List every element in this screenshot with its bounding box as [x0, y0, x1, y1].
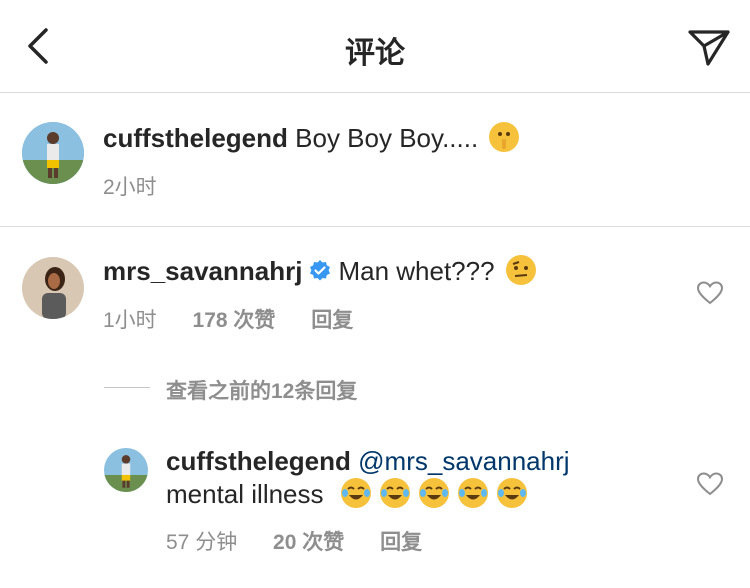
view-previous-replies-button[interactable]: 查看之前的12条回复 — [166, 375, 357, 405]
reply-reply-button[interactable]: 回复 — [380, 531, 422, 554]
face-with-tears-of-joy-emoji-icon — [379, 478, 410, 508]
comment-like-heart-icon[interactable] — [697, 281, 723, 305]
comment-likes[interactable]: 178 次赞 — [193, 309, 276, 332]
caption-avatar[interactable] — [22, 122, 84, 184]
replies-divider-line — [104, 387, 150, 388]
face-with-tears-of-joy-emoji-icon — [457, 478, 488, 508]
shushing-face-emoji-icon — [489, 122, 520, 152]
raised-eyebrow-face-emoji-icon — [505, 255, 536, 285]
reply-username[interactable]: cuffsthelegend — [166, 446, 351, 476]
face-with-tears-of-joy-emoji-icon — [340, 478, 371, 508]
caption-text: cuffsthelegend Boy Boy Boy..... — [103, 122, 520, 154]
reply-emoji-group — [331, 478, 527, 509]
comment-reply-button[interactable]: 回复 — [311, 309, 353, 332]
comment-time: 1小时 — [103, 309, 157, 332]
caption-divider — [0, 226, 750, 227]
comment-avatar[interactable] — [22, 257, 84, 319]
comment-meta: 1小时 178 次赞 回复 — [103, 304, 353, 334]
face-with-tears-of-joy-emoji-icon — [418, 478, 449, 508]
face-with-tears-of-joy-emoji-icon — [496, 478, 527, 508]
reply-like-heart-icon[interactable] — [697, 472, 723, 496]
reply-avatar[interactable] — [104, 448, 148, 492]
reply-likes[interactable]: 20 次赞 — [273, 531, 344, 554]
comment-username[interactable]: mrs_savannahrj — [103, 256, 302, 286]
reply-time: 57 分钟 — [166, 531, 238, 554]
verified-badge-icon — [310, 260, 331, 281]
reply-body: mental illness — [166, 479, 324, 509]
caption-username[interactable]: cuffsthelegend — [103, 123, 288, 153]
send-direct-icon[interactable] — [686, 24, 732, 68]
caption-time: 2小时 — [103, 176, 157, 199]
reply-mention-link[interactable]: @mrs_savannahrj — [358, 446, 569, 476]
reply-meta: 57 分钟 20 次赞 回复 — [166, 526, 422, 556]
caption-body: Boy Boy Boy..... — [295, 123, 479, 153]
comment-text: mrs_savannahrj Man whet??? — [103, 255, 536, 287]
comment-body: Man whet??? — [338, 256, 495, 286]
header-bar: 评论 — [0, 0, 750, 93]
reply-text-line-2: mental illness — [166, 478, 527, 510]
page-title: 评论 — [345, 37, 405, 70]
reply-text-line-1: cuffsthelegend @mrs_savannahrj — [166, 445, 570, 477]
